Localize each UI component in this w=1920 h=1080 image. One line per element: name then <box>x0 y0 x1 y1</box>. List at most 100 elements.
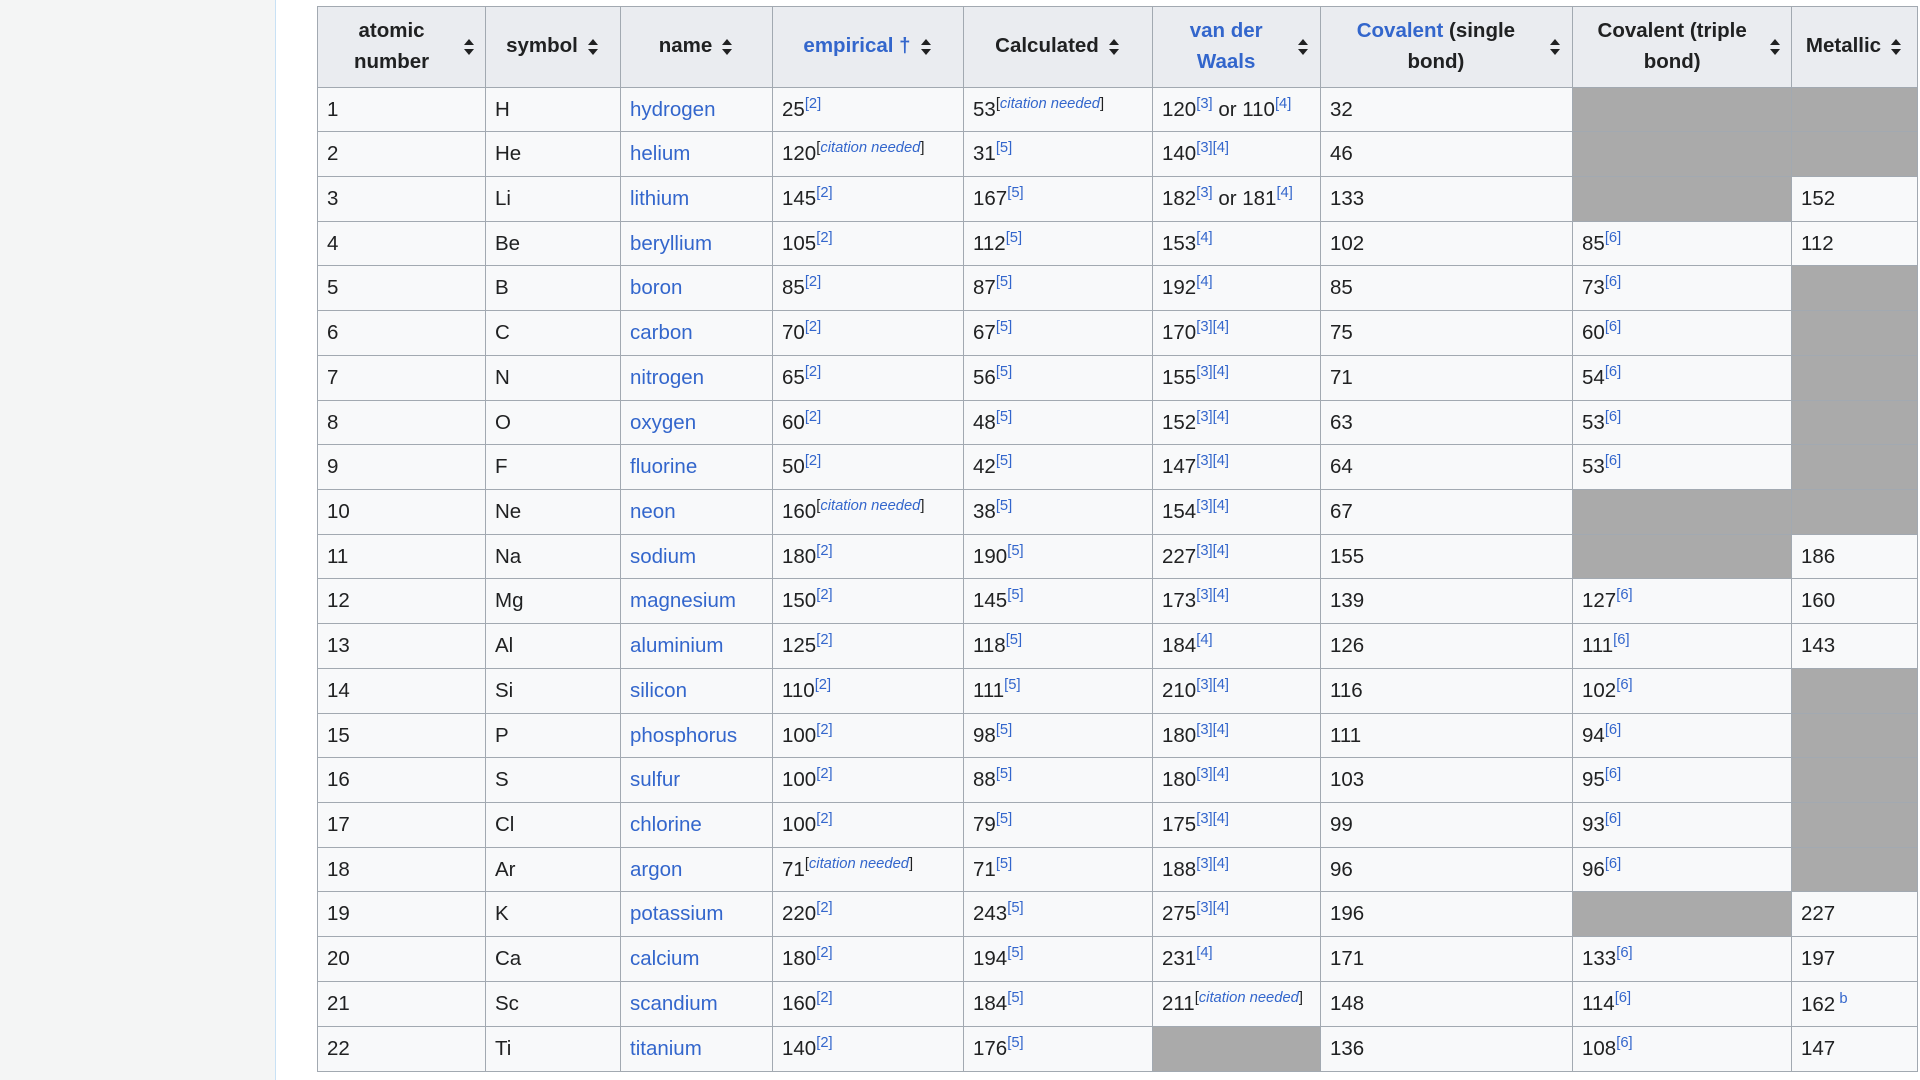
reference-marker[interactable]: [6] <box>1605 319 1621 335</box>
reference-marker[interactable]: [5] <box>1007 945 1023 961</box>
reference-marker[interactable]: [3] <box>1196 140 1212 156</box>
reference-marker[interactable]: [6] <box>1605 275 1621 291</box>
column-header-covalent[interactable]: Covalent (triple bond) <box>1573 7 1792 88</box>
reference-marker[interactable]: [3] <box>1196 588 1212 604</box>
sort-arrows-icon[interactable] <box>1768 38 1780 56</box>
element-name-link[interactable]: sulfur <box>630 768 680 791</box>
reference-marker[interactable]: [4] <box>1196 230 1212 246</box>
element-name-link[interactable]: oxygen <box>630 411 696 434</box>
citation-needed-marker[interactable]: [citation needed] <box>816 498 924 514</box>
reference-marker[interactable]: [5] <box>996 766 1012 782</box>
reference-marker[interactable]: [2] <box>816 901 832 917</box>
reference-marker[interactable]: [5] <box>996 856 1012 872</box>
reference-marker[interactable]: [6] <box>1605 453 1621 469</box>
sort-arrows-icon[interactable] <box>1107 38 1121 56</box>
reference-marker[interactable]: [2] <box>805 409 821 425</box>
element-name-link[interactable]: scandium <box>630 992 718 1015</box>
reference-marker[interactable]: [2] <box>816 945 832 961</box>
reference-marker[interactable]: [5] <box>1006 632 1022 648</box>
element-name-link[interactable]: sodium <box>630 545 696 568</box>
element-name-link[interactable]: magnesium <box>630 589 736 612</box>
reference-marker[interactable]: [5] <box>1007 901 1023 917</box>
column-header-link[interactable]: Covalent <box>1357 19 1444 42</box>
reference-marker[interactable]: [2] <box>805 453 821 469</box>
reference-marker[interactable]: [2] <box>815 677 831 693</box>
citation-needed-marker[interactable]: [citation needed] <box>805 856 913 872</box>
reference-marker[interactable]: [3] <box>1196 901 1212 917</box>
reference-marker[interactable]: [6] <box>1605 230 1621 246</box>
reference-marker[interactable]: [5] <box>1006 230 1022 246</box>
reference-marker[interactable]: [3] <box>1196 498 1212 514</box>
element-name-link[interactable]: nitrogen <box>630 366 704 389</box>
reference-marker[interactable]: [4] <box>1213 766 1229 782</box>
column-header-calculated[interactable]: Calculated <box>964 7 1153 88</box>
sort-arrows-icon[interactable] <box>586 38 600 56</box>
reference-marker[interactable]: [5] <box>996 275 1012 291</box>
reference-marker[interactable]: [5] <box>996 722 1012 738</box>
reference-marker[interactable]: [5] <box>1007 543 1023 559</box>
element-name-link[interactable]: silicon <box>630 679 687 702</box>
reference-marker[interactable]: [2] <box>816 722 832 738</box>
reference-marker[interactable]: [2] <box>805 275 821 291</box>
reference-marker[interactable]: [6] <box>1616 677 1632 693</box>
column-header-empirical[interactable]: empirical † <box>773 7 964 88</box>
reference-marker[interactable]: [4] <box>1275 96 1291 112</box>
footnote-marker[interactable]: b <box>1835 991 1847 1007</box>
reference-marker[interactable]: [2] <box>816 1036 832 1052</box>
reference-marker[interactable]: [5] <box>996 319 1012 335</box>
reference-marker[interactable]: [6] <box>1605 766 1621 782</box>
reference-marker[interactable]: [2] <box>816 766 832 782</box>
reference-marker[interactable]: [2] <box>805 96 821 112</box>
element-name-link[interactable]: phosphorus <box>630 724 737 747</box>
reference-marker[interactable]: [5] <box>1004 677 1020 693</box>
reference-marker[interactable]: [5] <box>996 811 1012 827</box>
reference-marker[interactable]: [3] <box>1196 722 1212 738</box>
element-name-link[interactable]: fluorine <box>630 455 697 478</box>
column-header-link[interactable]: empirical <box>803 34 893 57</box>
column-header-van-der-waals[interactable]: van der Waals <box>1153 7 1321 88</box>
reference-marker[interactable]: [3] <box>1196 185 1212 201</box>
reference-marker[interactable]: [4] <box>1213 901 1229 917</box>
column-header-link[interactable]: van der Waals <box>1190 19 1263 73</box>
reference-marker[interactable]: [4] <box>1276 185 1292 201</box>
reference-marker[interactable]: [3] <box>1196 319 1212 335</box>
reference-marker[interactable]: [4] <box>1196 945 1212 961</box>
reference-marker[interactable]: [2] <box>816 990 832 1006</box>
reference-marker[interactable]: [3] <box>1196 766 1212 782</box>
sort-arrows-icon[interactable] <box>720 38 734 56</box>
column-header-metallic[interactable]: Metallic <box>1792 7 1918 88</box>
reference-marker[interactable]: [2] <box>816 588 832 604</box>
reference-marker[interactable]: [6] <box>1605 856 1621 872</box>
reference-marker[interactable]: [4] <box>1213 409 1229 425</box>
reference-marker[interactable]: [4] <box>1213 811 1229 827</box>
element-name-link[interactable]: argon <box>630 858 682 881</box>
reference-marker[interactable]: [5] <box>1007 588 1023 604</box>
reference-marker[interactable]: [3] <box>1196 677 1212 693</box>
reference-marker[interactable]: [2] <box>816 230 832 246</box>
column-header-name[interactable]: name <box>621 7 773 88</box>
reference-marker[interactable]: [2] <box>816 543 832 559</box>
element-name-link[interactable]: hydrogen <box>630 98 715 121</box>
reference-marker[interactable]: [5] <box>996 453 1012 469</box>
reference-marker[interactable]: [5] <box>996 409 1012 425</box>
column-header-symbol[interactable]: symbol <box>486 7 621 88</box>
column-header-covalent[interactable]: Covalent (single bond) <box>1321 7 1573 88</box>
citation-needed-marker[interactable]: [citation needed] <box>1195 990 1303 1006</box>
reference-marker[interactable]: [6] <box>1605 364 1621 380</box>
reference-marker[interactable]: [5] <box>1007 185 1023 201</box>
element-name-link[interactable]: boron <box>630 276 682 299</box>
reference-marker[interactable]: [4] <box>1213 543 1229 559</box>
reference-marker[interactable]: [3] <box>1196 856 1212 872</box>
element-name-link[interactable]: calcium <box>630 947 700 970</box>
reference-marker[interactable]: [5] <box>996 364 1012 380</box>
reference-marker[interactable]: [4] <box>1196 275 1212 291</box>
reference-marker[interactable]: [2] <box>816 632 832 648</box>
reference-marker[interactable]: [2] <box>816 811 832 827</box>
reference-marker[interactable]: [5] <box>1007 1036 1023 1052</box>
reference-marker[interactable]: [4] <box>1213 140 1229 156</box>
element-name-link[interactable]: potassium <box>630 902 723 925</box>
reference-marker[interactable]: [4] <box>1213 588 1229 604</box>
element-name-link[interactable]: beryllium <box>630 232 712 255</box>
citation-needed-marker[interactable]: [citation needed] <box>996 96 1104 112</box>
reference-marker[interactable]: [6] <box>1605 722 1621 738</box>
